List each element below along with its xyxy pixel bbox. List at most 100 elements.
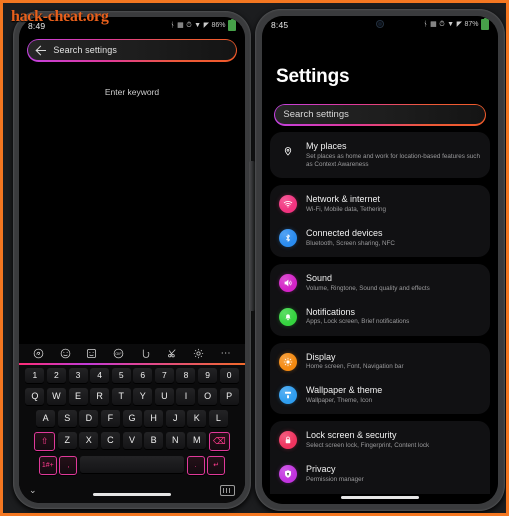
left-search-input[interactable]: Search settings xyxy=(53,45,117,55)
settings-item-display[interactable]: Display Home screen, Font, Navigation bar xyxy=(270,345,490,379)
key-b[interactable]: B xyxy=(144,431,164,449)
settings-item-lock-screen-security[interactable]: Lock screen & security Select screen lock… xyxy=(270,423,490,457)
keyboard-mid-row: A S D F G H J K L xyxy=(19,407,245,429)
key-7[interactable]: 7 xyxy=(154,367,174,383)
key-x[interactable]: X xyxy=(79,431,99,449)
key-5[interactable]: 5 xyxy=(111,367,131,383)
key-h[interactable]: H xyxy=(144,409,164,427)
right-phone-bezel: 8:45 ᛀ ▦ ⏱ ▼ ◤ 87% Settings Search setti… xyxy=(262,16,498,504)
wifi-icon: ▼ xyxy=(194,22,202,29)
key-o[interactable]: O xyxy=(198,387,218,405)
left-status-icons: ᛀ ▦ ⏱ ▼ ◤ 86% xyxy=(170,18,236,31)
keyboard-switch-icon[interactable] xyxy=(220,484,235,496)
key-0[interactable]: 0 xyxy=(219,367,239,383)
settings-item-subtitle: Apps, Lock screen, Brief notifications xyxy=(306,318,410,326)
settings-search-bar[interactable]: Search settings xyxy=(274,104,486,126)
settings-item-subtitle: Home screen, Font, Navigation bar xyxy=(306,363,404,371)
more-icon[interactable]: ⋯ xyxy=(212,348,239,359)
key-w[interactable]: W xyxy=(46,387,66,405)
enter-key[interactable]: ↵ xyxy=(207,455,226,475)
key-l[interactable]: L xyxy=(208,409,228,427)
settings-item-wallpaper-theme[interactable]: Wallpaper & theme Wallpaper, Theme, Icon xyxy=(270,378,490,412)
nfc-icon: ▦ xyxy=(430,21,437,28)
key-u[interactable]: U xyxy=(154,387,174,405)
shift-key[interactable]: ⇧ xyxy=(34,431,56,451)
period-key[interactable]: . xyxy=(186,455,205,475)
key-9[interactable]: 9 xyxy=(198,367,218,383)
key-s[interactable]: S xyxy=(57,409,77,427)
back-arrow-icon[interactable] xyxy=(36,45,47,56)
gif-icon[interactable]: GIF xyxy=(105,348,132,359)
keyboard-bottom-row: ⇧ Z X C V B N M ⌫ xyxy=(19,429,245,453)
settings-item-subtitle: Wallpaper, Theme, Icon xyxy=(306,397,373,405)
key-f[interactable]: F xyxy=(100,409,120,427)
scissors-icon[interactable] xyxy=(159,348,186,359)
settings-item-network-internet[interactable]: Network & internet Wi-Fi, Mobile data, Te… xyxy=(270,187,490,221)
key-4[interactable]: 4 xyxy=(90,367,110,383)
left-home-indicator[interactable] xyxy=(93,493,171,496)
key-r[interactable]: R xyxy=(90,387,110,405)
key-j[interactable]: J xyxy=(165,409,185,427)
clipboard-icon[interactable] xyxy=(25,348,52,359)
key-8[interactable]: 8 xyxy=(176,367,196,383)
settings-gear-icon[interactable] xyxy=(186,348,213,359)
settings-item-location[interactable]: LocationMy places, Recent location reque… xyxy=(270,491,490,494)
settings-search-input[interactable]: Search settings xyxy=(283,109,348,120)
key-p[interactable]: P xyxy=(219,387,239,405)
right-status-clock: 8:45 xyxy=(271,19,289,30)
settings-list[interactable]: My places Set places as home and work for… xyxy=(270,132,490,494)
key-t[interactable]: T xyxy=(111,387,131,405)
key-m[interactable]: M xyxy=(187,431,207,449)
key-c[interactable]: C xyxy=(100,431,120,449)
symbols-key[interactable]: 1#+ xyxy=(38,455,57,475)
sticker-icon[interactable] xyxy=(79,348,106,359)
comma-key[interactable]: , xyxy=(59,455,78,475)
keyboard-space-row: 1#+ , . ↵ xyxy=(19,453,245,477)
wifi-icon xyxy=(279,194,297,213)
key-n[interactable]: N xyxy=(165,431,185,449)
key-3[interactable]: 3 xyxy=(68,367,88,383)
key-1[interactable]: 1 xyxy=(25,367,45,383)
shield-lock-icon xyxy=(279,465,297,484)
space-key[interactable] xyxy=(80,455,184,473)
settings-item-my-places[interactable]: My places Set places as home and work for… xyxy=(270,134,490,176)
left-phone-screen: 8:49 ᛀ ▦ ⏱ ▼ ◤ 86% Search settings Enter… xyxy=(19,17,245,503)
right-phone-device: 8:45 ᛀ ▦ ⏱ ▼ ◤ 87% Settings Search setti… xyxy=(255,9,505,511)
key-e[interactable]: E xyxy=(68,387,88,405)
key-q[interactable]: Q xyxy=(25,387,45,405)
settings-group: My places Set places as home and work for… xyxy=(270,132,490,178)
key-d[interactable]: D xyxy=(79,409,99,427)
backspace-key[interactable]: ⌫ xyxy=(208,431,230,451)
hide-keyboard-icon[interactable]: ⌄ xyxy=(29,485,37,496)
signal-icon: ◤ xyxy=(456,21,462,28)
settings-item-notifications[interactable]: Notifications Apps, Lock screen, Brief no… xyxy=(270,300,490,334)
key-i[interactable]: I xyxy=(176,387,196,405)
settings-item-subtitle: Permission manager xyxy=(306,476,364,484)
screenshot-frame: hack-cheat.org 8:49 ᛀ ▦ ⏱ ▼ ◤ 86% Search… xyxy=(0,0,509,516)
settings-item-text: Network & internet Wi-Fi, Mobile data, Te… xyxy=(306,194,481,214)
key-v[interactable]: V xyxy=(122,431,142,449)
key-y[interactable]: Y xyxy=(133,387,153,405)
bell-icon xyxy=(279,307,297,326)
key-6[interactable]: 6 xyxy=(133,367,153,383)
key-a[interactable]: A xyxy=(36,409,56,427)
battery-icon xyxy=(228,18,236,31)
bluetooth-icon: ᛀ xyxy=(423,21,428,28)
settings-item-subtitle: Select screen lock, Fingerprint, Content… xyxy=(306,442,430,450)
hand-draw-icon[interactable] xyxy=(132,348,159,359)
key-2[interactable]: 2 xyxy=(46,367,66,383)
key-z[interactable]: Z xyxy=(57,431,77,449)
right-home-indicator[interactable] xyxy=(341,496,419,499)
settings-item-connected-devices[interactable]: Connected devices Bluetooth, Screen shari… xyxy=(270,221,490,255)
settings-group: Lock screen & security Select screen lock… xyxy=(270,421,490,494)
left-search-bar[interactable]: Search settings xyxy=(27,39,237,62)
key-k[interactable]: K xyxy=(187,409,207,427)
settings-item-privacy[interactable]: Privacy Permission manager xyxy=(270,457,490,491)
alarm-icon: ⏱ xyxy=(439,21,445,28)
settings-item-sound[interactable]: Sound Volume, Ringtone, Sound quality and… xyxy=(270,266,490,300)
settings-item-subtitle: Wi-Fi, Mobile data, Tethering xyxy=(306,205,387,213)
emoji-icon[interactable] xyxy=(52,348,79,359)
settings-item-text: My places Set places as home and work for… xyxy=(306,141,481,169)
key-g[interactable]: G xyxy=(122,409,142,427)
keyboard-bottom-bar: ⌄ xyxy=(19,477,245,503)
